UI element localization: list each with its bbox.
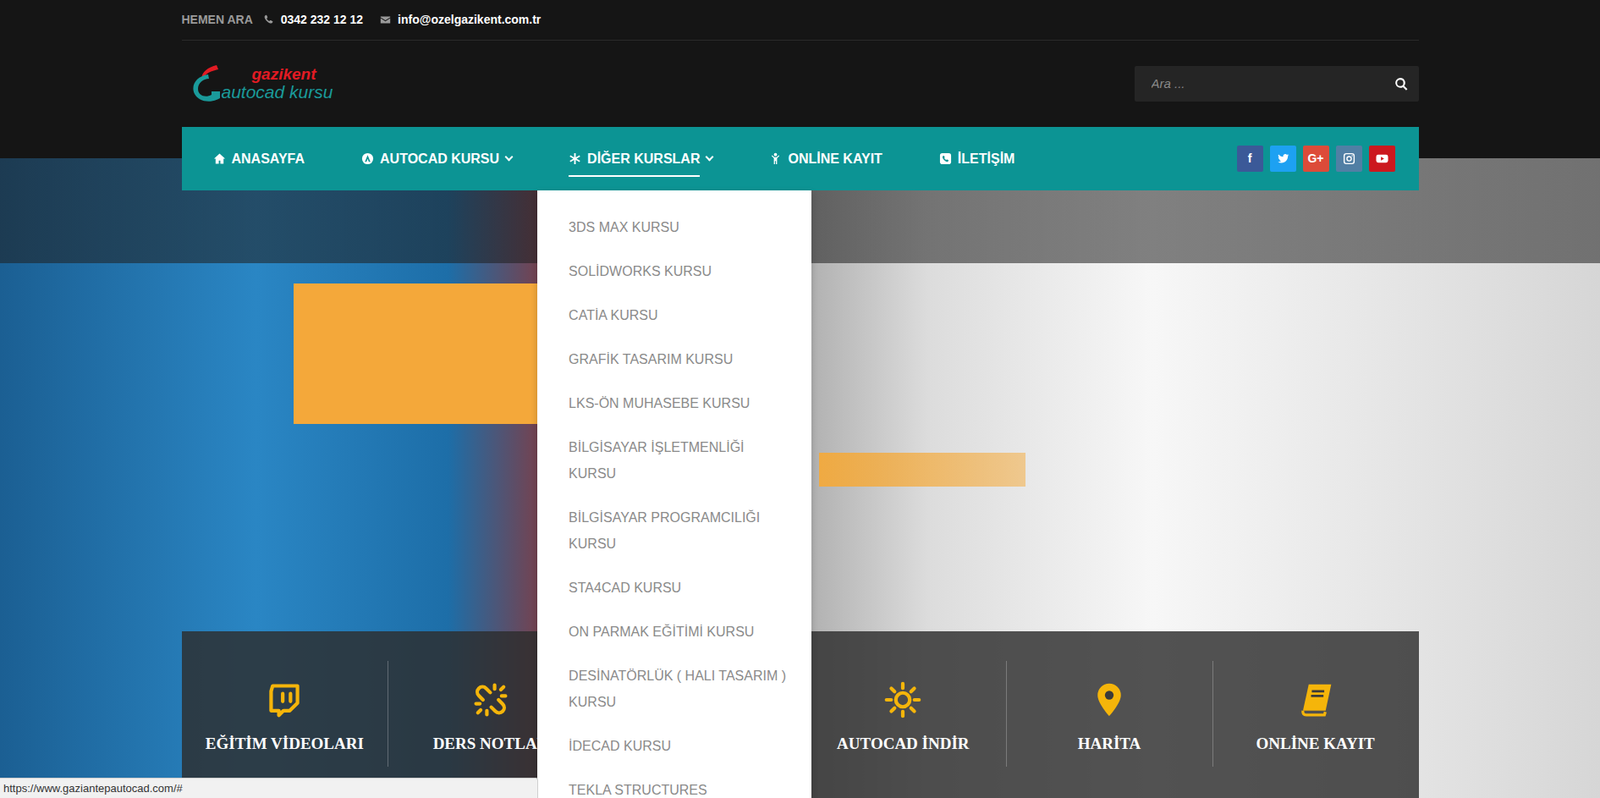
- dropdown-item[interactable]: TEKLA STRUCTURES: [537, 767, 812, 798]
- dropdown-item[interactable]: DESİNATÖRLÜK ( HALI TASARIM ) KURSU: [537, 653, 812, 724]
- mail-icon: [379, 14, 391, 26]
- video-icon: [265, 681, 303, 719]
- social-button[interactable]: G+: [1303, 145, 1330, 172]
- page: HEMEN ARA 0342 232 12 12 info@ozelgazike…: [0, 0, 1600, 798]
- top-bar: HEMEN ARA 0342 232 12 12 info@ozelgazike…: [181, 0, 1419, 41]
- nav-label-group: ONLİNE KAYIT: [769, 148, 882, 170]
- social-links: f G+: [1237, 145, 1419, 172]
- sun-icon: [884, 681, 922, 719]
- dropdown-item[interactable]: İDECAD KURSU: [537, 723, 812, 768]
- caret-icon: [505, 153, 514, 162]
- email-address[interactable]: info@ozelgazikent.com.tr: [397, 10, 541, 29]
- feature-label[interactable]: AUTOCAD İNDİR: [836, 734, 969, 754]
- nav-item: İLETİŞİM: [907, 126, 1041, 191]
- nav-label-group: DİĞER KURSLAR: [568, 148, 700, 170]
- feature-label[interactable]: ONLİNE KAYIT: [1256, 734, 1375, 754]
- broken-link-icon: [472, 681, 510, 719]
- email[interactable]: info@ozelgazikent.com.tr: [379, 10, 541, 29]
- nav-item: DİĞER KURSLAR3DS MAX KURSUSOLİDWORKS KUR…: [537, 126, 738, 191]
- search-box: [1134, 65, 1419, 102]
- nav-label[interactable]: İLETİŞİM: [957, 148, 1016, 170]
- search-input[interactable]: [1149, 73, 1395, 95]
- nav-label[interactable]: AUTOCAD KURSU: [379, 148, 500, 170]
- nav-link[interactable]: İLETİŞİM: [907, 126, 1041, 191]
- dropdown-item[interactable]: LKS-ÖN MUHASEBE KURSU: [537, 380, 812, 425]
- nav-label-group: AUTOCAD KURSU: [361, 148, 500, 170]
- twitter-icon: [1276, 152, 1290, 165]
- nav-link[interactable]: DİĞER KURSLAR: [537, 126, 738, 191]
- logo-subtitle: autocad kursu: [221, 82, 334, 102]
- logo-title: gazikent: [252, 65, 334, 83]
- nav-list: ANASAYFA AUTOCAD KURSU DİĞER KURSLAR3DS MA…: [181, 126, 1041, 191]
- social-button[interactable]: [1270, 145, 1297, 172]
- person-icon: [769, 152, 782, 165]
- feature-label[interactable]: HARİTA: [1077, 734, 1142, 754]
- social-button[interactable]: [1369, 145, 1396, 172]
- book-icon: [1297, 681, 1335, 719]
- nav-link[interactable]: ANASAYFA: [181, 126, 331, 191]
- dropdown-item[interactable]: ON PARMAK EĞİTİMİ KURSU: [537, 609, 812, 654]
- nav-label[interactable]: DİĞER KURSLAR: [587, 148, 700, 170]
- feature-item[interactable]: HARİTA: [1006, 631, 1213, 798]
- caret-icon: [705, 153, 715, 162]
- search-icon[interactable]: [1394, 76, 1409, 92]
- nav-item: ONLİNE KAYIT: [737, 126, 908, 191]
- feature-item[interactable]: EĞİTİM VİDEOLARI: [181, 631, 389, 798]
- social-button[interactable]: f: [1237, 145, 1264, 172]
- phone-icon: [939, 152, 952, 165]
- youtube-icon: [1375, 152, 1389, 165]
- logo[interactable]: gazikent autocad kursu: [181, 63, 334, 105]
- feature-item[interactable]: AUTOCAD İNDİR: [800, 631, 1007, 798]
- logo-swoosh-icon: [187, 63, 226, 105]
- autocad-icon: [361, 152, 374, 165]
- facebook-icon: f: [1248, 149, 1253, 168]
- nav-item: AUTOCAD KURSU: [329, 126, 538, 191]
- dropdown-item[interactable]: BİLGİSAYAR İŞLETMENLİĞİ KURSU: [537, 424, 812, 495]
- dropdown-menu-panel: 3DS MAX KURSUSOLİDWORKS KURSUCATİA KURSU…: [537, 190, 812, 798]
- dropdown-item[interactable]: STA4CAD KURSU: [537, 565, 812, 610]
- asterisk-icon: [568, 152, 582, 165]
- dropdown-item[interactable]: 3DS MAX KURSU: [537, 204, 812, 249]
- dropdown-item[interactable]: GRAFİK TASARIM KURSU: [537, 336, 812, 381]
- home-icon: [213, 152, 226, 165]
- feature-label[interactable]: EĞİTİM VİDEOLARI: [205, 734, 364, 754]
- feature-item[interactable]: ONLİNE KAYIT: [1212, 631, 1419, 798]
- dropdown-item[interactable]: SOLİDWORKS KURSU: [537, 248, 812, 293]
- social-button[interactable]: [1336, 145, 1363, 172]
- phone-icon: [263, 14, 275, 26]
- header: gazikent autocad kursu: [181, 40, 1419, 127]
- nav-label-group: İLETİŞİM: [939, 148, 1016, 170]
- phone-number[interactable]: 0342 232 12 12: [280, 10, 363, 29]
- main-nav: ANASAYFA AUTOCAD KURSU DİĞER KURSLAR3DS MA…: [181, 126, 1419, 191]
- map-marker-icon: [1090, 681, 1128, 719]
- nav-item: ANASAYFA: [181, 126, 331, 191]
- feature-label[interactable]: DERS NOTLAR: [433, 734, 550, 754]
- instagram-icon: [1342, 152, 1356, 165]
- nav-label-group: ANASAYFA: [213, 148, 306, 170]
- nav-label[interactable]: ONLİNE KAYIT: [787, 148, 882, 170]
- google-plus-icon: G+: [1307, 149, 1324, 168]
- call-label: HEMEN ARA: [181, 10, 253, 29]
- dropdown-item[interactable]: CATİA KURSU: [537, 292, 812, 337]
- status-url: https://www.gaziantepautocad.com/#: [0, 777, 539, 798]
- nav-link[interactable]: ONLİNE KAYIT: [737, 126, 908, 191]
- dropdown-item[interactable]: BİLGİSAYAR PROGRAMCILIĞI KURSU: [537, 494, 812, 566]
- nav-link[interactable]: AUTOCAD KURSU: [329, 126, 538, 191]
- phone[interactable]: 0342 232 12 12: [263, 10, 363, 29]
- nav-label[interactable]: ANASAYFA: [231, 148, 306, 170]
